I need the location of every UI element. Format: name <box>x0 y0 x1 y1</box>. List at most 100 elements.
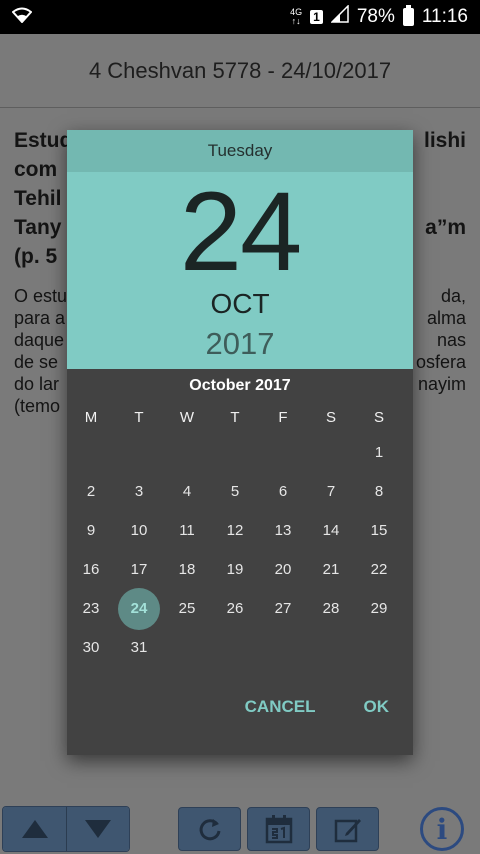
calendar-day[interactable]: 26 <box>211 589 259 628</box>
clock: 11:16 <box>421 6 468 27</box>
weekday-label: T <box>230 409 240 426</box>
edit-button[interactable] <box>316 807 379 851</box>
calendar-day[interactable]: 16 <box>67 550 115 589</box>
calendar-day[interactable]: 21 <box>307 550 355 589</box>
calendar-day[interactable]: 19 <box>211 550 259 589</box>
heading-line: (p. 5 <box>14 245 58 268</box>
calendar-day-empty <box>67 433 115 472</box>
calendar-day-label: 14 <box>322 522 340 539</box>
next-button[interactable] <box>66 807 129 851</box>
body-line-right: nayim <box>417 374 466 394</box>
calendar-day-empty <box>259 628 307 667</box>
calendar-day-label: 20 <box>274 561 292 578</box>
calendar-day[interactable]: 27 <box>259 589 307 628</box>
calendar-day[interactable]: 23 <box>67 589 115 628</box>
dialog-actions: CANCEL OK <box>221 689 413 725</box>
calendar-grid: 1 2 3 4 5 6 7 8 9 10 11 12 13 14 15 16 17 18 19 20 21 22 23 24 2… <box>67 433 413 667</box>
heading-line: Estud <box>14 129 73 152</box>
calendar-day-label: 21 <box>322 561 340 578</box>
calendar-day-label: 17 <box>130 561 148 578</box>
calendar-day-label: 6 <box>278 483 288 500</box>
selected-month[interactable]: OCT <box>67 288 413 320</box>
calendar-day[interactable]: 2 <box>67 472 115 511</box>
calendar-day-label: 15 <box>370 522 388 539</box>
calendar-day[interactable]: 1 <box>355 433 403 472</box>
calendar-day[interactable]: 10 <box>115 511 163 550</box>
calendar-day[interactable]: 24 <box>115 589 163 628</box>
calendar-day[interactable]: 14 <box>307 511 355 550</box>
calendar-day-empty <box>115 433 163 472</box>
calendar-day-empty <box>211 628 259 667</box>
calendar-day-label: 18 <box>178 561 196 578</box>
calendar-day-label: 7 <box>326 483 336 500</box>
network-activity: ↑↓ <box>291 16 301 26</box>
calendar-day-label: 1 <box>374 444 384 461</box>
calendar-day[interactable]: 8 <box>355 472 403 511</box>
calendar-day-label: 28 <box>322 600 340 617</box>
sim-icon: 1 <box>310 10 323 24</box>
battery-percent: 78% <box>356 6 395 27</box>
calendar-day[interactable]: 3 <box>115 472 163 511</box>
heading-line-right: a”m <box>425 216 466 239</box>
calendar-day[interactable]: 4 <box>163 472 211 511</box>
calendar-day-label: 2 <box>86 483 96 500</box>
heading-line-right: lishi <box>423 129 466 152</box>
calendar-day[interactable]: 30 <box>67 628 115 667</box>
calendar-day-label: 25 <box>178 600 196 617</box>
selected-day-number[interactable]: 24 <box>67 176 413 288</box>
body-line: (temo <box>14 396 61 416</box>
body-line-right: nas <box>436 330 466 350</box>
calendar-day[interactable]: 6 <box>259 472 307 511</box>
body-line: daque <box>14 330 65 350</box>
calendar-day[interactable]: 22 <box>355 550 403 589</box>
calendar-day-label: 26 <box>226 600 244 617</box>
info-icon: i <box>436 812 448 846</box>
heading-line: Tehil <box>14 187 62 210</box>
calendar-day-label: 27 <box>274 600 292 617</box>
calendar-day-label: 22 <box>370 561 388 578</box>
calendar-day-empty <box>163 433 211 472</box>
previous-button[interactable] <box>3 807 66 851</box>
calendar-day[interactable]: 18 <box>163 550 211 589</box>
calendar-day-empty <box>163 628 211 667</box>
body-line-right: alma <box>426 308 466 328</box>
calendar-day-label: 5 <box>230 483 240 500</box>
bottom-toolbar: i <box>0 804 480 854</box>
calendar-day[interactable]: 13 <box>259 511 307 550</box>
body-line-right: da, <box>440 286 466 306</box>
calendar-day[interactable]: 25 <box>163 589 211 628</box>
calendar-day-label: 24 <box>130 600 148 617</box>
weekday-label: W <box>179 409 195 426</box>
edit-icon <box>334 819 361 843</box>
date-picker-dialog: Tuesday 24 OCT 2017 October 2017 M T W T… <box>67 130 413 755</box>
refresh-button[interactable] <box>178 807 241 851</box>
body-line-right: osfera <box>415 352 466 372</box>
calendar-day[interactable]: 29 <box>355 589 403 628</box>
calendar-day[interactable]: 31 <box>115 628 163 667</box>
ok-button[interactable]: OK <box>340 689 414 725</box>
calendar-day[interactable]: 5 <box>211 472 259 511</box>
heading-line: com <box>14 158 58 181</box>
weekday-label: S <box>325 409 336 426</box>
calendar-day[interactable]: 12 <box>211 511 259 550</box>
info-button[interactable]: i <box>420 807 464 851</box>
calendar-day[interactable]: 11 <box>163 511 211 550</box>
calendar-day-label: 4 <box>182 483 192 500</box>
calendar-day[interactable]: 9 <box>67 511 115 550</box>
calendar-day[interactable]: 17 <box>115 550 163 589</box>
weekday-label: T <box>134 409 144 426</box>
cancel-button[interactable]: CANCEL <box>221 689 340 725</box>
calendar-day[interactable]: 20 <box>259 550 307 589</box>
calendar-day[interactable]: 15 <box>355 511 403 550</box>
calendar-day[interactable]: 28 <box>307 589 355 628</box>
calendar-day[interactable]: 7 <box>307 472 355 511</box>
calendar-day-label: 9 <box>86 522 96 539</box>
calendar-button[interactable] <box>247 807 310 851</box>
selected-year[interactable]: 2017 <box>67 326 413 362</box>
calendar-icon <box>265 815 292 844</box>
calendar-day-label: 13 <box>274 522 292 539</box>
body-line: O estu <box>14 286 68 306</box>
calendar-day-label: 8 <box>374 483 384 500</box>
status-bar: 4G ↑↓ 1 78% 11:16 <box>0 0 480 34</box>
date-picker-header: Tuesday 24 OCT 2017 <box>67 130 413 369</box>
